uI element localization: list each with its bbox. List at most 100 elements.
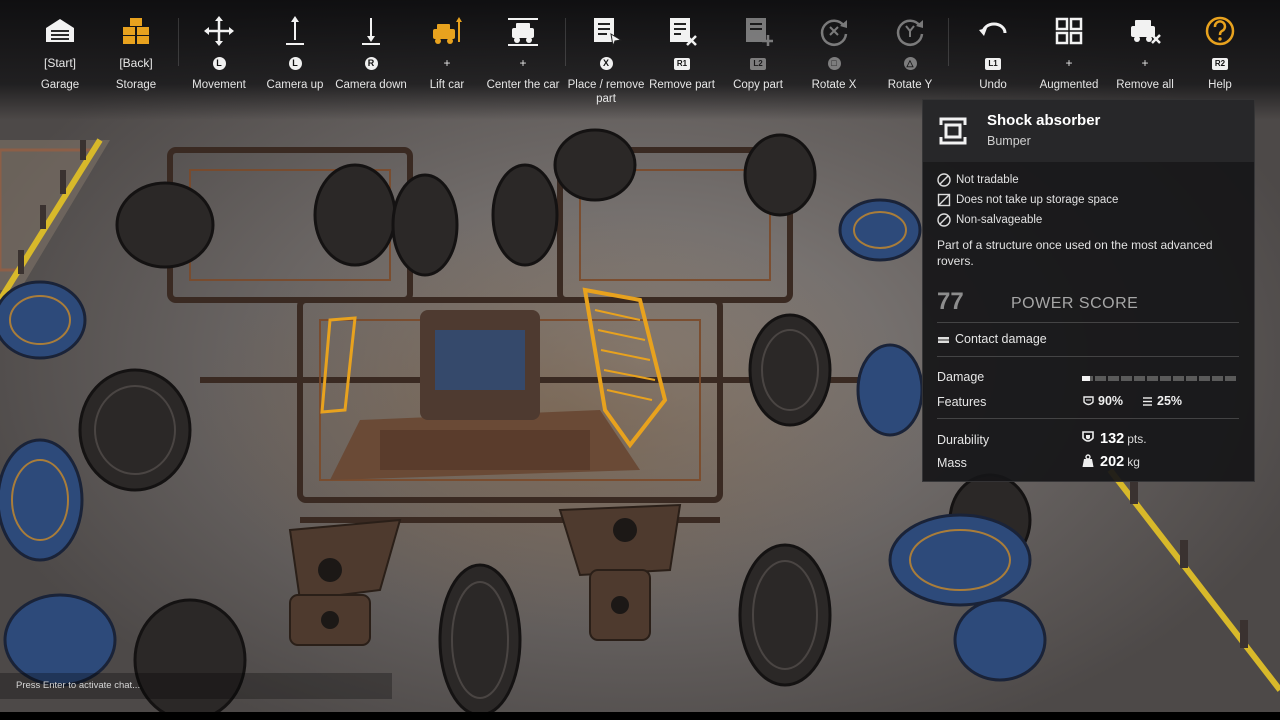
l1-button-icon: L1 [985, 57, 1001, 70]
lift-car-button[interactable]: + Lift car [407, 14, 487, 92]
damage-bar-fill [1082, 376, 1090, 381]
movement-key: L [179, 52, 259, 74]
mass-number: 202 [1100, 454, 1125, 470]
remove-all-icon [1131, 20, 1161, 44]
remove-all-button[interactable]: + Remove all [1105, 14, 1185, 92]
divider [937, 356, 1239, 357]
cross-button-icon: X [599, 57, 613, 71]
mass-unit: kg [1127, 455, 1140, 469]
mass-label: Mass [937, 456, 967, 470]
remove-all-label: Remove all [1116, 79, 1174, 91]
feature-resistance: 90% [1082, 394, 1123, 408]
garage-button[interactable]: [Start] Garage [20, 14, 100, 92]
camera-down-label: Camera down [335, 79, 407, 91]
camera-up-icon [286, 16, 304, 45]
undo-label: Undo [979, 79, 1007, 91]
storage-icon [123, 18, 149, 44]
place-part-icon [594, 18, 623, 48]
remove-all-key: + [1141, 56, 1149, 70]
damage-label: Damage [937, 370, 985, 384]
part-description: Part of a structure once used on the mos… [937, 238, 1213, 268]
shield-resist-icon [1083, 396, 1094, 406]
camera-up-button[interactable]: L Camera up [255, 14, 335, 92]
help-button[interactable]: R2 Help [1180, 14, 1260, 92]
rotate-y-button[interactable]: △ Rotate Y [870, 14, 950, 92]
camera-up-label: Camera up [266, 79, 324, 91]
damage-type-label: Contact damage [955, 332, 1047, 346]
storage-button[interactable]: [Back] Storage [96, 14, 176, 92]
place-remove-part-button[interactable]: X Place / remove part [566, 14, 646, 106]
camera-up-key: L [255, 52, 335, 74]
durability-unit: pts. [1127, 432, 1147, 446]
augmented-label: Augmented [1039, 79, 1099, 91]
divider [937, 418, 1239, 419]
part-name: Shock absorber [987, 112, 1101, 129]
feature-1-value: 90% [1098, 394, 1124, 408]
chat-input[interactable]: Press Enter to activate chat... [0, 673, 392, 699]
center-car-icon [508, 18, 538, 46]
mass-value: 202 kg [1100, 454, 1140, 470]
storage-key: [Back] [119, 56, 153, 70]
remove-part-icon [670, 18, 697, 46]
garage-key: [Start] [43, 56, 76, 70]
augmented-key: + [1065, 56, 1073, 70]
copy-part-label: Copy part [733, 79, 783, 91]
copy-part-button[interactable]: L2 Copy part [718, 14, 798, 92]
rotate-y-key: △ [870, 52, 950, 74]
rotate-y-label: Rotate Y [887, 79, 933, 91]
left-stick-press-icon: L [288, 57, 302, 71]
garage-icon [46, 19, 74, 42]
place-part-label: Place / remove part [567, 79, 645, 105]
r1-button-icon: R1 [674, 57, 690, 70]
storage-label: Storage [115, 79, 157, 91]
copy-part-key: L2 [718, 52, 798, 74]
flag-non-salvageable: Non-salvageable [937, 213, 1042, 227]
feature-bonus: 25% [1141, 394, 1182, 408]
not-tradable-icon [937, 173, 951, 187]
copy-part-icon [746, 18, 773, 46]
rotate-x-button[interactable]: □ Rotate X [794, 14, 874, 92]
center-car-label: Center the car [486, 79, 560, 91]
remove-part-key: R1 [642, 52, 722, 74]
flag-label: Does not take up storage space [956, 194, 1119, 207]
shock-absorber-icon [939, 117, 967, 145]
undo-icon [979, 22, 1007, 36]
non-salvageable-icon [937, 213, 951, 227]
power-score-value: 77 [937, 288, 964, 315]
contact-damage-icon [938, 336, 949, 343]
rotate-x-key: □ [794, 52, 874, 74]
divider [937, 322, 1239, 323]
damage-bar [1082, 376, 1238, 381]
l2-button-icon: L2 [750, 57, 766, 70]
remove-part-label: Remove part [649, 79, 715, 91]
move-cross-icon [204, 16, 234, 46]
right-stick-press-icon: R [364, 57, 378, 71]
mass-weight-icon [1082, 454, 1094, 467]
rotate-y-icon [896, 19, 924, 46]
camera-down-button[interactable]: R Camera down [331, 14, 411, 92]
lift-car-icon [433, 17, 462, 44]
durability-shield-icon [1082, 431, 1094, 442]
rotate-x-label: Rotate X [811, 79, 857, 91]
augmented-button[interactable]: + Augmented [1029, 14, 1109, 92]
durability-number: 132 [1100, 431, 1125, 447]
camera-down-icon [362, 18, 380, 45]
durability-value: 132 pts. [1100, 431, 1147, 447]
part-info-panel: Shock absorber Bumper Not tradable Does … [922, 99, 1255, 482]
undo-key: L1 [953, 52, 1033, 74]
part-header: Shock absorber Bumper [923, 100, 1254, 162]
square-button-icon: □ [827, 57, 841, 71]
flag-label: Non-salvageable [956, 214, 1043, 227]
help-icon [1205, 16, 1235, 46]
features-label: Features [937, 395, 987, 409]
remove-part-button[interactable]: R1 Remove part [642, 14, 722, 92]
undo-button[interactable]: L1 Undo [953, 14, 1033, 92]
chat-hint: Press Enter to activate chat... [16, 680, 141, 691]
center-car-button[interactable]: + Center the car [483, 14, 563, 92]
help-label: Help [1208, 79, 1232, 91]
bumper-bonus-icon [1143, 397, 1152, 406]
movement-button[interactable]: L Movement [179, 14, 259, 92]
power-score-label: POWER SCORE [1011, 295, 1139, 312]
rotate-x-icon [820, 19, 848, 46]
left-stick-icon: L [212, 57, 226, 71]
